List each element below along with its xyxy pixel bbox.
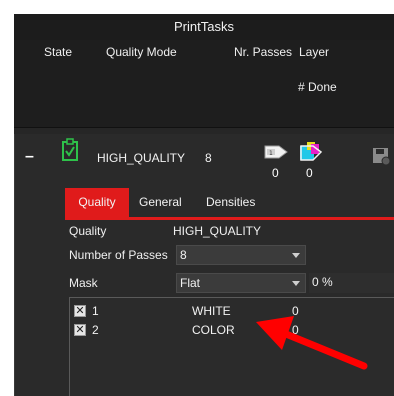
mask-label: Mask [69,276,98,290]
layer-row[interactable]: ✕ 2 COLOR 0 [70,322,394,340]
collapse-icon[interactable]: – [25,149,35,165]
column-layer[interactable]: Layer [299,45,329,59]
column-state[interactable]: State [44,45,72,59]
checklist-status-icon [62,138,78,161]
column-nr-passes[interactable]: Nr. Passes [234,45,292,59]
mask-percent-value: 0 % [312,275,333,289]
column-done[interactable]: # Done [298,80,337,94]
color-layer-icon [300,142,323,161]
layer-name: WHITE [192,304,231,318]
passes-label: Number of Passes [69,248,168,262]
tab-quality[interactable]: Quality [65,188,129,217]
layer-checkbox[interactable]: ✕ [74,324,86,336]
column-header: State Quality Mode Nr. Passes Layer # Do… [14,40,394,128]
white-layer-icon: 1 [264,145,288,159]
checkbox-check-icon: ✕ [75,305,85,317]
tab-densities[interactable]: Densities [198,188,263,217]
print-tasks-window: PrintTasks State Quality Mode Nr. Passes… [14,14,394,396]
quality-label: Quality [69,224,107,238]
tab-underline [65,217,394,220]
layer2-count: 0 [306,166,313,180]
quality-value: HIGH_QUALITY [173,224,262,238]
dropdown-arrow-icon [292,253,300,258]
layer-name: COLOR [192,323,235,337]
tab-bar: Quality General Densities [65,188,394,220]
save-icon[interactable] [371,146,391,166]
layer-index: 2 [92,323,99,337]
window-title: PrintTasks [14,14,394,40]
layer-checkbox[interactable]: ✕ [74,305,86,317]
dropdown-arrow-icon [292,281,300,286]
layer-index: 1 [92,304,99,318]
svg-text:1: 1 [269,150,273,157]
job-panel: – HIGH_QUALITY 8 1 0 0 Quality General D… [14,134,394,396]
passes-dropdown-value: 8 [180,248,187,262]
job-passes: 8 [205,151,212,165]
mask-dropdown-value: Flat [180,276,201,290]
tab-general[interactable]: General [131,188,190,217]
mask-percent-field[interactable]: 0 % [309,273,394,293]
job-quality-mode: HIGH_QUALITY [97,151,186,165]
checkbox-check-icon: ✕ [75,324,85,336]
layer-list: ✕ 1 WHITE 0 ✕ 2 COLOR 0 [69,297,394,396]
layer1-count: 0 [272,166,279,180]
layer-value: 0 [292,323,299,337]
mask-dropdown[interactable]: Flat [176,273,306,293]
passes-dropdown[interactable]: 8 [176,245,306,265]
layer-value: 0 [292,304,299,318]
layer-row[interactable]: ✕ 1 WHITE 0 [70,303,394,321]
column-quality-mode[interactable]: Quality Mode [106,45,177,59]
